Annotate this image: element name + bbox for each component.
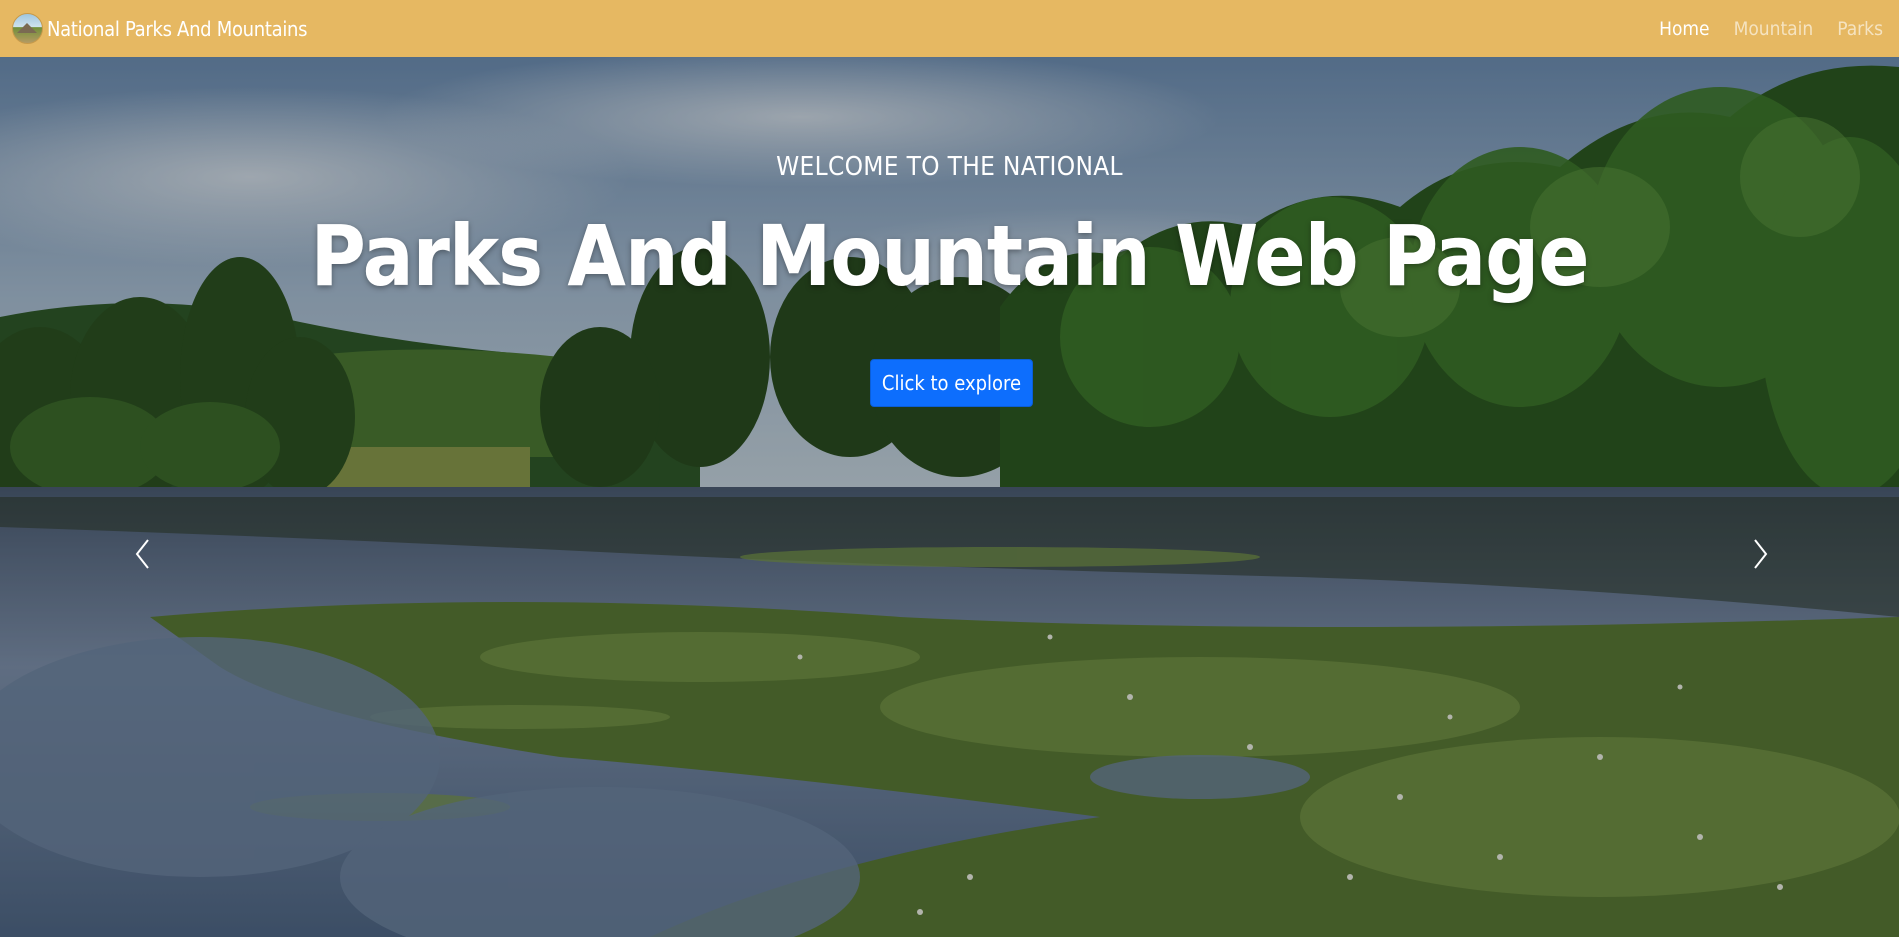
- brand-link[interactable]: National Parks And Mountains: [12, 13, 308, 44]
- hero-overlay: [0, 57, 1899, 937]
- nav-links: Home Mountain Parks: [1659, 18, 1883, 40]
- nav-link-parks[interactable]: Parks: [1837, 18, 1883, 40]
- brand-title: National Parks And Mountains: [47, 16, 308, 41]
- chevron-right-icon: [1754, 539, 1768, 569]
- carousel-prev-button[interactable]: [128, 534, 158, 574]
- park-logo-icon: [12, 13, 43, 44]
- navbar: National Parks And Mountains Home Mounta…: [0, 0, 1899, 57]
- chevron-left-icon: [135, 539, 149, 569]
- nav-link-home[interactable]: Home: [1659, 18, 1710, 40]
- hero-carousel: WELCOME TO THE NATIONAL Parks And Mounta…: [0, 57, 1899, 937]
- hero-subtitle: WELCOME TO THE NATIONAL: [776, 152, 1123, 182]
- carousel-next-button[interactable]: [1745, 534, 1775, 574]
- nav-link-mountain[interactable]: Mountain: [1734, 18, 1814, 40]
- explore-button[interactable]: Click to explore: [870, 359, 1033, 407]
- hero-title: Parks And Mountain Web Page: [310, 207, 1590, 305]
